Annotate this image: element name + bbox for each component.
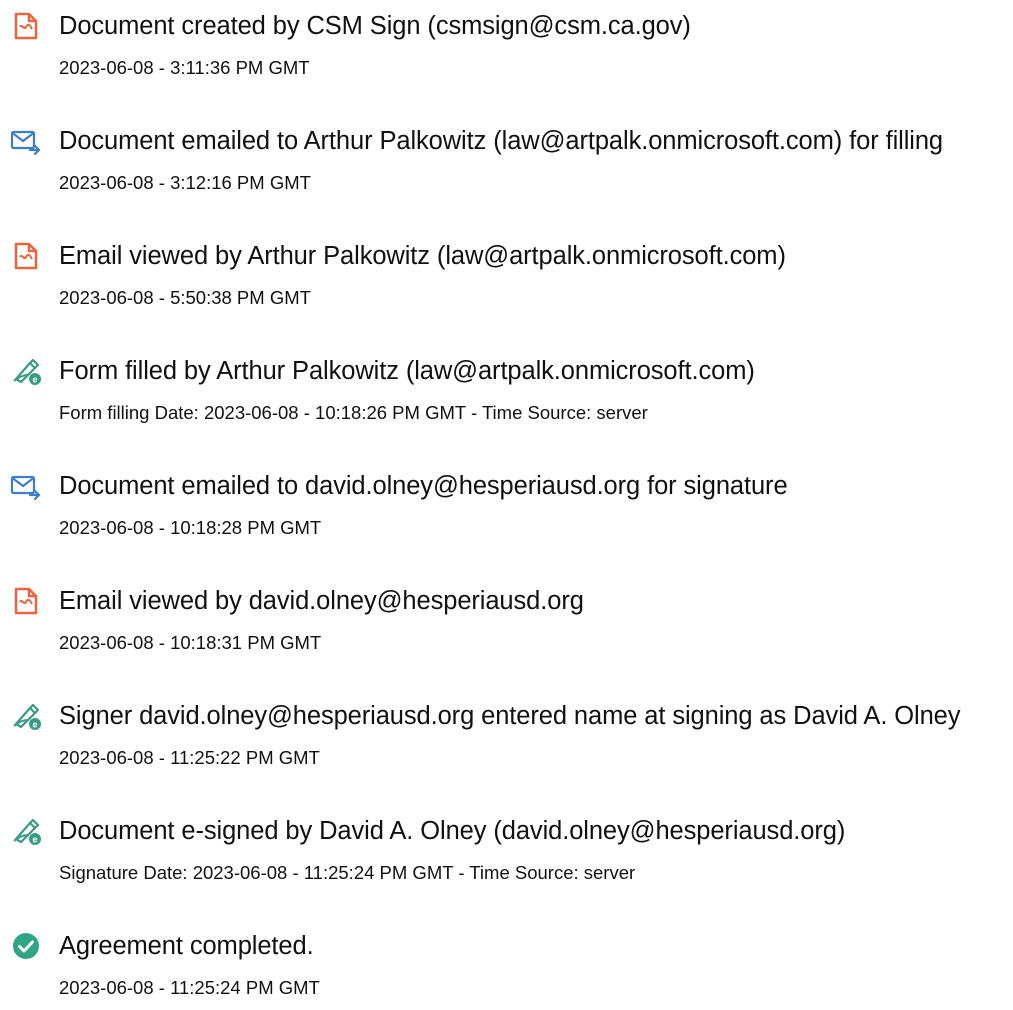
audit-event: Email viewed by david.olney@hesperiausd.…: [0, 575, 1013, 665]
audit-event: e Form filled by Arthur Palkowitz (law@a…: [0, 345, 1013, 435]
svg-text:e: e: [32, 835, 37, 845]
audit-event: Email viewed by Arthur Palkowitz (law@ar…: [0, 230, 1013, 320]
event-title: Signer david.olney@hesperiausd.org enter…: [59, 702, 961, 730]
svg-text:e: e: [32, 375, 37, 385]
event-title: Document e-signed by David A. Olney (dav…: [59, 817, 846, 845]
event-title: Document emailed to Arthur Palkowitz (la…: [59, 127, 943, 155]
event-title: Document emailed to david.olney@hesperia…: [59, 472, 788, 500]
event-timestamp: 2023-06-08 - 11:25:24 PM GMT: [59, 977, 320, 998]
event-title: Form filled by Arthur Palkowitz (law@art…: [59, 357, 755, 385]
document-icon: [10, 10, 42, 42]
audit-event: Agreement completed. 2023-06-08 - 11:25:…: [0, 920, 1013, 1010]
audit-event: Document emailed to Arthur Palkowitz (la…: [0, 115, 1013, 205]
document-icon: [10, 585, 42, 617]
pen-sign-icon: e: [10, 700, 42, 732]
event-title: Agreement completed.: [59, 932, 314, 960]
event-detail: Signature Date: 2023-06-08 - 11:25:24 PM…: [59, 862, 636, 883]
document-icon: [10, 240, 42, 272]
email-icon: [10, 470, 42, 502]
audit-event: Document created by CSM Sign (csmsign@cs…: [0, 0, 1013, 90]
svg-text:e: e: [32, 720, 37, 730]
event-title: Document created by CSM Sign (csmsign@cs…: [59, 12, 691, 40]
event-timestamp: 2023-06-08 - 10:18:31 PM GMT: [59, 632, 322, 653]
email-icon: [10, 125, 42, 157]
event-title: Email viewed by david.olney@hesperiausd.…: [59, 587, 584, 615]
event-timestamp: 2023-06-08 - 3:12:16 PM GMT: [59, 172, 311, 193]
event-timestamp: 2023-06-08 - 3:11:36 PM GMT: [59, 57, 310, 78]
audit-event: e Signer david.olney@hesperiausd.org ent…: [0, 690, 1013, 780]
event-timestamp: 2023-06-08 - 11:25:22 PM GMT: [59, 747, 320, 768]
pen-sign-icon: e: [10, 355, 42, 387]
event-title: Email viewed by Arthur Palkowitz (law@ar…: [59, 242, 786, 270]
audit-event: e Document e-signed by David A. Olney (d…: [0, 805, 1013, 895]
pen-sign-icon: e: [10, 815, 42, 847]
event-timestamp: 2023-06-08 - 10:18:28 PM GMT: [59, 517, 322, 538]
event-timestamp: 2023-06-08 - 5:50:38 PM GMT: [59, 287, 311, 308]
check-circle-icon: [10, 930, 42, 962]
event-detail: Form filling Date: 2023-06-08 - 10:18:26…: [59, 402, 648, 423]
audit-event: Document emailed to david.olney@hesperia…: [0, 460, 1013, 550]
